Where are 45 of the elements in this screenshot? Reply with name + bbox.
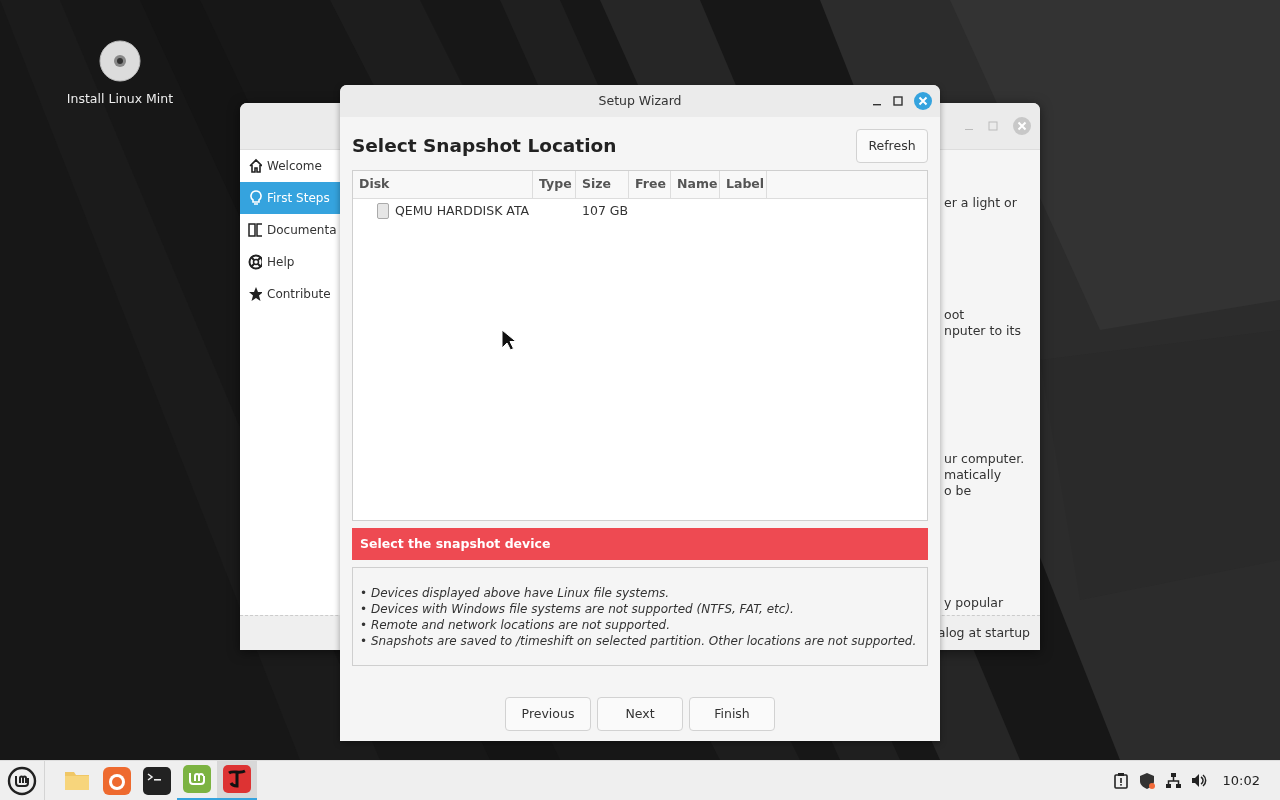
note-text: • Devices with Windows file systems are not supported (NTFS, FAT, etc). [360, 601, 795, 617]
star-icon [248, 286, 262, 302]
close-icon[interactable] [914, 92, 932, 110]
column-header[interactable]: Label [720, 171, 767, 198]
wizard-button[interactable]: Previous [505, 697, 591, 731]
wizard-button[interactable]: Finish [689, 697, 775, 731]
maximize-icon[interactable] [893, 96, 903, 106]
sidebar-item[interactable]: Welcome [240, 150, 340, 182]
network-icon[interactable] [1164, 772, 1182, 789]
disc-icon [99, 40, 141, 82]
wizard-button[interactable]: Next [597, 697, 683, 731]
note-text: • Devices displayed above have Linux file systems. [360, 585, 671, 601]
clock[interactable]: 10:02 [1222, 770, 1260, 791]
house-icon [248, 158, 262, 174]
shield-icon[interactable] [1138, 772, 1156, 789]
sidebar-item[interactable]: Help [240, 246, 340, 278]
terminal-icon[interactable] [142, 765, 172, 796]
column-header[interactable]: Free [629, 171, 671, 198]
table-cell[interactable]: QEMU HARDDISK ATA [395, 201, 530, 221]
lifebuoy-icon [248, 254, 262, 270]
volume-icon[interactable] [1190, 772, 1208, 789]
desktop-icon-label[interactable]: Install Linux Mint [66, 90, 174, 109]
menu-icon[interactable] [7, 765, 37, 796]
column-header[interactable]: Type [533, 171, 576, 198]
paragraph-text: oot nputer to its [944, 307, 1022, 339]
drive-icon [377, 203, 389, 219]
column-header[interactable]: Name [671, 171, 720, 198]
page-heading: Select Snapshot Location [352, 134, 617, 159]
paragraph-text: er a light or [944, 195, 1018, 211]
paragraph-text: ur computer. matically o be [944, 451, 1025, 499]
column-header[interactable]: Size [576, 171, 629, 198]
paragraph-text: y popular [944, 595, 1005, 611]
note-text: • Remote and network locations are not supported. [360, 617, 671, 633]
clipboard-icon[interactable] [1112, 772, 1130, 789]
sidebar-item[interactable]: Documenta [240, 214, 340, 246]
table-cell[interactable]: 107 GB [582, 201, 629, 221]
cursor-icon [501, 329, 517, 351]
status-message: Select the snapshot device [352, 528, 928, 560]
refresh-button[interactable]: Refresh [856, 129, 928, 163]
column-header[interactable]: Disk [353, 171, 533, 198]
note-text: • Snapshots are saved to /timeshift on selected partition. Other locations are not supported. [360, 633, 918, 649]
sidebar-item[interactable]: Contribute [240, 278, 340, 310]
window-title: Setup Wizard [598, 91, 682, 110]
book-icon [248, 222, 262, 238]
lightbulb-icon [248, 190, 262, 206]
